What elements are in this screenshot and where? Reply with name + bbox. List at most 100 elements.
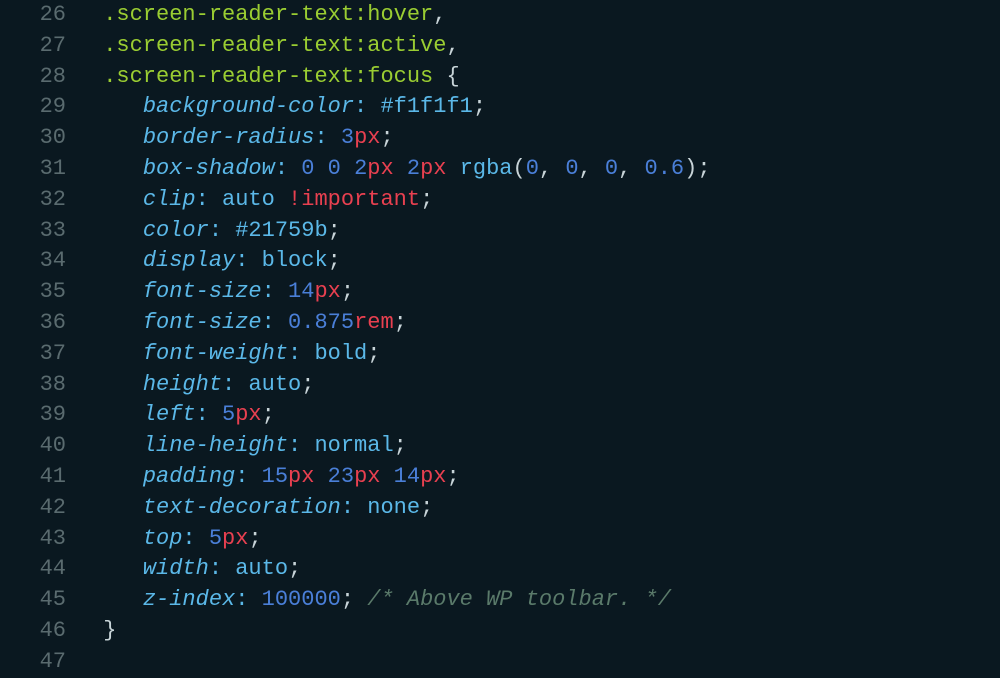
line-content[interactable]: display: block; — [90, 246, 1000, 277]
token-paren: ) — [684, 156, 697, 181]
code-line[interactable]: 41 padding: 15px 23px 14px; — [0, 462, 1000, 493]
code-line[interactable]: 30 border-radius: 3px; — [0, 123, 1000, 154]
code-editor[interactable]: 26 .screen-reader-text:hover,27 .screen-… — [0, 0, 1000, 678]
token-colon: : — [196, 402, 209, 427]
line-number: 40 — [0, 431, 90, 462]
code-line[interactable]: 40 line-height: normal; — [0, 431, 1000, 462]
code-line[interactable]: 44 width: auto; — [0, 554, 1000, 585]
token-value-keyword: bold — [314, 341, 367, 366]
code-line[interactable]: 38 height: auto; — [0, 370, 1000, 401]
token-important: !important — [288, 187, 420, 212]
token-plain — [301, 341, 314, 366]
line-content[interactable]: } — [90, 616, 1000, 647]
code-line[interactable]: 36 font-size: 0.875rem; — [0, 308, 1000, 339]
token-plain — [314, 156, 327, 181]
token-plain — [354, 495, 367, 520]
code-line[interactable]: 35 font-size: 14px; — [0, 277, 1000, 308]
token-number: 2 — [354, 156, 367, 181]
token-property: line-height — [143, 433, 288, 458]
line-number: 30 — [0, 123, 90, 154]
token-colon: : — [262, 279, 275, 304]
code-line[interactable]: 39 left: 5px; — [0, 400, 1000, 431]
line-content[interactable]: left: 5px; — [90, 400, 1000, 431]
token-plain — [314, 464, 327, 489]
token-property: padding — [143, 464, 235, 489]
code-line[interactable]: 43 top: 5px; — [0, 524, 1000, 555]
line-content[interactable]: .screen-reader-text:hover, — [90, 0, 1000, 31]
code-line[interactable]: 28 .screen-reader-text:focus { — [0, 62, 1000, 93]
token-colon: : — [209, 218, 222, 243]
line-content[interactable]: line-height: normal; — [90, 431, 1000, 462]
token-func: rgba — [460, 156, 513, 181]
token-colon: : — [196, 187, 209, 212]
line-content[interactable]: height: auto; — [90, 370, 1000, 401]
line-content[interactable]: box-shadow: 0 0 2px 2px rgba(0, 0, 0, 0.… — [90, 154, 1000, 185]
line-number: 47 — [0, 647, 90, 678]
line-content[interactable]: width: auto; — [90, 554, 1000, 585]
token-property: z-index — [143, 587, 235, 612]
token-number: 5 — [222, 402, 235, 427]
token-colon: : — [209, 556, 222, 581]
line-content[interactable]: border-radius: 3px; — [90, 123, 1000, 154]
token-colon: : — [354, 94, 367, 119]
code-line[interactable]: 33 color: #21759b; — [0, 216, 1000, 247]
token-colon: : — [235, 464, 248, 489]
token-plain — [275, 279, 288, 304]
token-number: 0 — [301, 156, 314, 181]
token-hex: #f1f1f1 — [380, 94, 472, 119]
code-line[interactable]: 34 display: block; — [0, 246, 1000, 277]
token-plain — [275, 187, 288, 212]
token-colon: : — [275, 156, 288, 181]
line-content[interactable]: z-index: 100000; /* Above WP toolbar. */ — [90, 585, 1000, 616]
token-plain — [354, 587, 367, 612]
line-content[interactable]: background-color: #f1f1f1; — [90, 92, 1000, 123]
token-unit: px — [367, 156, 393, 181]
line-content[interactable]: font-weight: bold; — [90, 339, 1000, 370]
token-number: 14 — [288, 279, 314, 304]
code-line[interactable]: 32 clip: auto !important; — [0, 185, 1000, 216]
token-plain — [209, 187, 222, 212]
line-content[interactable]: padding: 15px 23px 14px; — [90, 462, 1000, 493]
code-line[interactable]: 26 .screen-reader-text:hover, — [0, 0, 1000, 31]
token-pseudo: :focus — [354, 64, 433, 89]
token-plain — [275, 310, 288, 335]
token-colon: : — [288, 341, 301, 366]
code-line[interactable]: 31 box-shadow: 0 0 2px 2px rgba(0, 0, 0,… — [0, 154, 1000, 185]
line-number: 33 — [0, 216, 90, 247]
token-selector: .screen-reader-text — [103, 2, 354, 27]
token-property: color — [143, 218, 209, 243]
line-content[interactable]: .screen-reader-text:active, — [90, 31, 1000, 62]
code-line[interactable]: 27 .screen-reader-text:active, — [0, 31, 1000, 62]
code-line[interactable]: 37 font-weight: bold; — [0, 339, 1000, 370]
line-content[interactable]: font-size: 14px; — [90, 277, 1000, 308]
line-content[interactable]: text-decoration: none; — [90, 493, 1000, 524]
code-line[interactable]: 42 text-decoration: none; — [0, 493, 1000, 524]
token-number: 0 — [565, 156, 578, 181]
token-property: font-size — [143, 310, 262, 335]
code-line[interactable]: 47 — [0, 647, 1000, 678]
token-semicolon: ; — [367, 341, 380, 366]
token-property: box-shadow — [143, 156, 275, 181]
token-semicolon: ; — [301, 372, 314, 397]
code-line[interactable]: 46 } — [0, 616, 1000, 647]
line-content[interactable]: clip: auto !important; — [90, 185, 1000, 216]
token-semicolon: ; — [420, 187, 433, 212]
line-number: 32 — [0, 185, 90, 216]
line-content[interactable]: color: #21759b; — [90, 216, 1000, 247]
token-number: 23 — [328, 464, 354, 489]
code-line[interactable]: 29 background-color: #f1f1f1; — [0, 92, 1000, 123]
token-property: border-radius — [143, 125, 315, 150]
token-plain — [222, 556, 235, 581]
line-number: 34 — [0, 246, 90, 277]
code-line[interactable]: 45 z-index: 100000; /* Above WP toolbar.… — [0, 585, 1000, 616]
line-content[interactable]: font-size: 0.875rem; — [90, 308, 1000, 339]
line-content[interactable]: .screen-reader-text:focus { — [90, 62, 1000, 93]
token-unit: px — [222, 526, 248, 551]
token-paren: ( — [513, 156, 526, 181]
token-selector: .screen-reader-text — [103, 33, 354, 58]
line-content[interactable]: top: 5px; — [90, 524, 1000, 555]
token-colon: : — [314, 125, 327, 150]
line-number: 37 — [0, 339, 90, 370]
line-number: 26 — [0, 0, 90, 31]
token-plain — [288, 156, 301, 181]
